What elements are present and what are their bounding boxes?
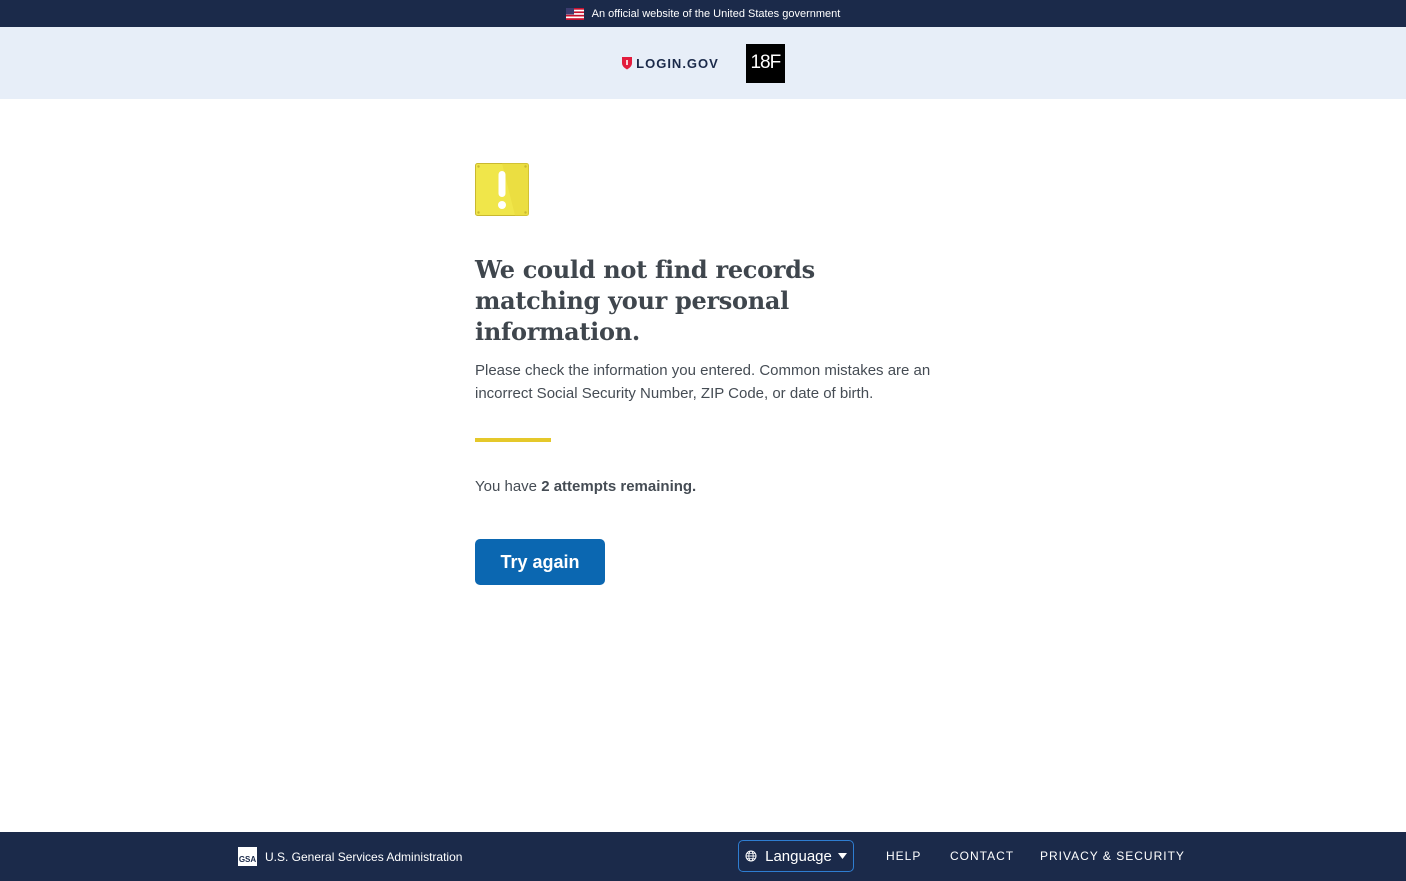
gsa-link[interactable]: GSA U.S. General Services Administration xyxy=(238,847,462,866)
gsa-logo-text: GSA xyxy=(238,855,257,864)
gsa-logo-icon: GSA xyxy=(238,847,257,866)
login-gov-wordmark: LOGIN.GOV xyxy=(636,55,719,71)
accent-separator xyxy=(475,438,551,442)
language-label: Language xyxy=(765,847,832,865)
try-again-button[interactable]: Try again xyxy=(475,539,605,585)
site-footer: GSA U.S. General Services Administration… xyxy=(0,832,1406,881)
attempts-count: 2 attempts remaining. xyxy=(541,478,697,495)
footer-link-help[interactable]: HELP xyxy=(886,849,921,863)
login-gov-logo[interactable]: LOGIN.GOV xyxy=(621,56,719,71)
attempts-remaining: You have 2 attempts remaining. xyxy=(475,478,945,495)
language-button[interactable]: Language xyxy=(738,840,854,872)
footer-link-contact[interactable]: CONTACT xyxy=(950,849,1014,863)
globe-icon xyxy=(745,850,757,862)
attempts-prefix: You have xyxy=(475,478,542,495)
error-description: Please check the information you entered… xyxy=(475,362,931,402)
main-content: We could not find records matching your … xyxy=(475,163,945,585)
partner-logo-text: 18F xyxy=(750,52,781,73)
agency-name: U.S. General Services Administration xyxy=(265,849,463,864)
page-title: We could not find records matching your … xyxy=(475,255,815,346)
site-header: LOGIN.GOV 18F xyxy=(0,27,1406,99)
warning-icon xyxy=(475,163,529,216)
gov-banner: An official website of the United States… xyxy=(0,0,1406,27)
shield-icon xyxy=(622,57,633,70)
partner-logo-18f: 18F xyxy=(745,43,785,83)
caret-down-icon xyxy=(837,853,847,859)
us-flag-icon xyxy=(565,7,584,20)
footer-link-privacy[interactable]: PRIVACY & SECURITY xyxy=(1040,849,1185,863)
gov-banner-text: An official website of the United States… xyxy=(591,7,841,20)
